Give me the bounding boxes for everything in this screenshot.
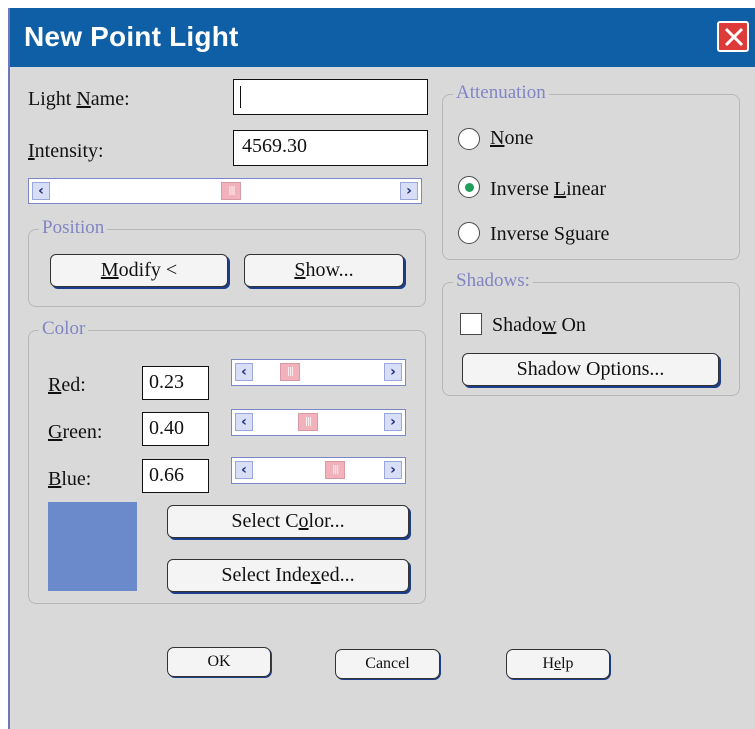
slider-thumb[interactable]: |||: [221, 182, 242, 200]
text-caret: [240, 86, 241, 108]
red-field[interactable]: 0.23: [142, 366, 209, 400]
close-icon: [724, 27, 744, 47]
slider-thumb[interactable]: |||: [325, 461, 346, 479]
window-title: New Point Light: [24, 21, 239, 52]
shadows-group-title: Shadows:: [453, 270, 533, 292]
attenuation-inverse-linear-label[interactable]: Inverse Linear: [490, 178, 606, 201]
green-field[interactable]: 0.40: [142, 412, 209, 446]
color-group-title: Color: [39, 318, 89, 340]
light-name-field[interactable]: [233, 79, 428, 115]
chevron-left-icon[interactable]: ‹: [32, 182, 50, 200]
show-button[interactable]: Show...: [244, 254, 404, 287]
red-slider[interactable]: ‹ ||| ›: [231, 359, 406, 386]
intensity-field[interactable]: 4569.30: [233, 130, 428, 166]
radio-none[interactable]: [458, 128, 480, 150]
intensity-label: Intensity:: [28, 140, 104, 162]
ok-button[interactable]: OK: [167, 647, 271, 677]
attenuation-group-title: Attenuation: [453, 82, 549, 104]
position-group-title: Position: [39, 217, 108, 239]
close-button[interactable]: [717, 21, 749, 52]
chevron-left-icon[interactable]: ‹: [235, 461, 253, 479]
blue-field[interactable]: 0.66: [142, 459, 209, 493]
shadow-on-checkbox[interactable]: [460, 313, 482, 335]
red-label: Red:: [48, 374, 86, 396]
blue-slider[interactable]: ‹ ||| ›: [231, 457, 406, 484]
green-label: Green:: [48, 421, 103, 443]
help-button[interactable]: Help: [506, 649, 610, 679]
chevron-left-icon[interactable]: ‹: [235, 363, 253, 381]
point-light-dialog: New Point Light Light Name: Intensity: 4…: [8, 8, 755, 729]
cancel-button[interactable]: Cancel: [335, 649, 440, 679]
radio-inverse-square[interactable]: [458, 222, 480, 244]
shadow-options-button[interactable]: Shadow Options...: [462, 353, 719, 386]
chevron-left-icon[interactable]: ‹: [235, 413, 253, 431]
chevron-right-icon[interactable]: ›: [384, 363, 402, 381]
select-color-button[interactable]: Select Color...: [167, 505, 409, 538]
chevron-right-icon[interactable]: ›: [384, 413, 402, 431]
slider-thumb[interactable]: |||: [298, 413, 318, 431]
chevron-right-icon[interactable]: ›: [400, 182, 418, 200]
intensity-slider[interactable]: ‹ ||| ›: [28, 178, 422, 204]
color-swatch: [48, 502, 137, 591]
select-indexed-button[interactable]: Select Indexed...: [167, 559, 409, 592]
slider-thumb[interactable]: |||: [280, 363, 301, 381]
title-bar[interactable]: New Point Light: [10, 8, 755, 67]
radio-selected-dot: [465, 183, 474, 192]
shadow-on-label[interactable]: Shadow On: [492, 314, 586, 337]
radio-inverse-linear[interactable]: [458, 176, 480, 198]
attenuation-none-label[interactable]: None: [490, 127, 533, 150]
blue-label: Blue:: [48, 468, 92, 490]
attenuation-inverse-square-label[interactable]: Inverse Sguare: [490, 223, 609, 246]
chevron-right-icon[interactable]: ›: [384, 461, 402, 479]
light-name-label: Light Name:: [28, 88, 130, 110]
green-slider[interactable]: ‹ ||| ›: [231, 409, 406, 436]
modify-button[interactable]: Modify <: [50, 254, 228, 287]
